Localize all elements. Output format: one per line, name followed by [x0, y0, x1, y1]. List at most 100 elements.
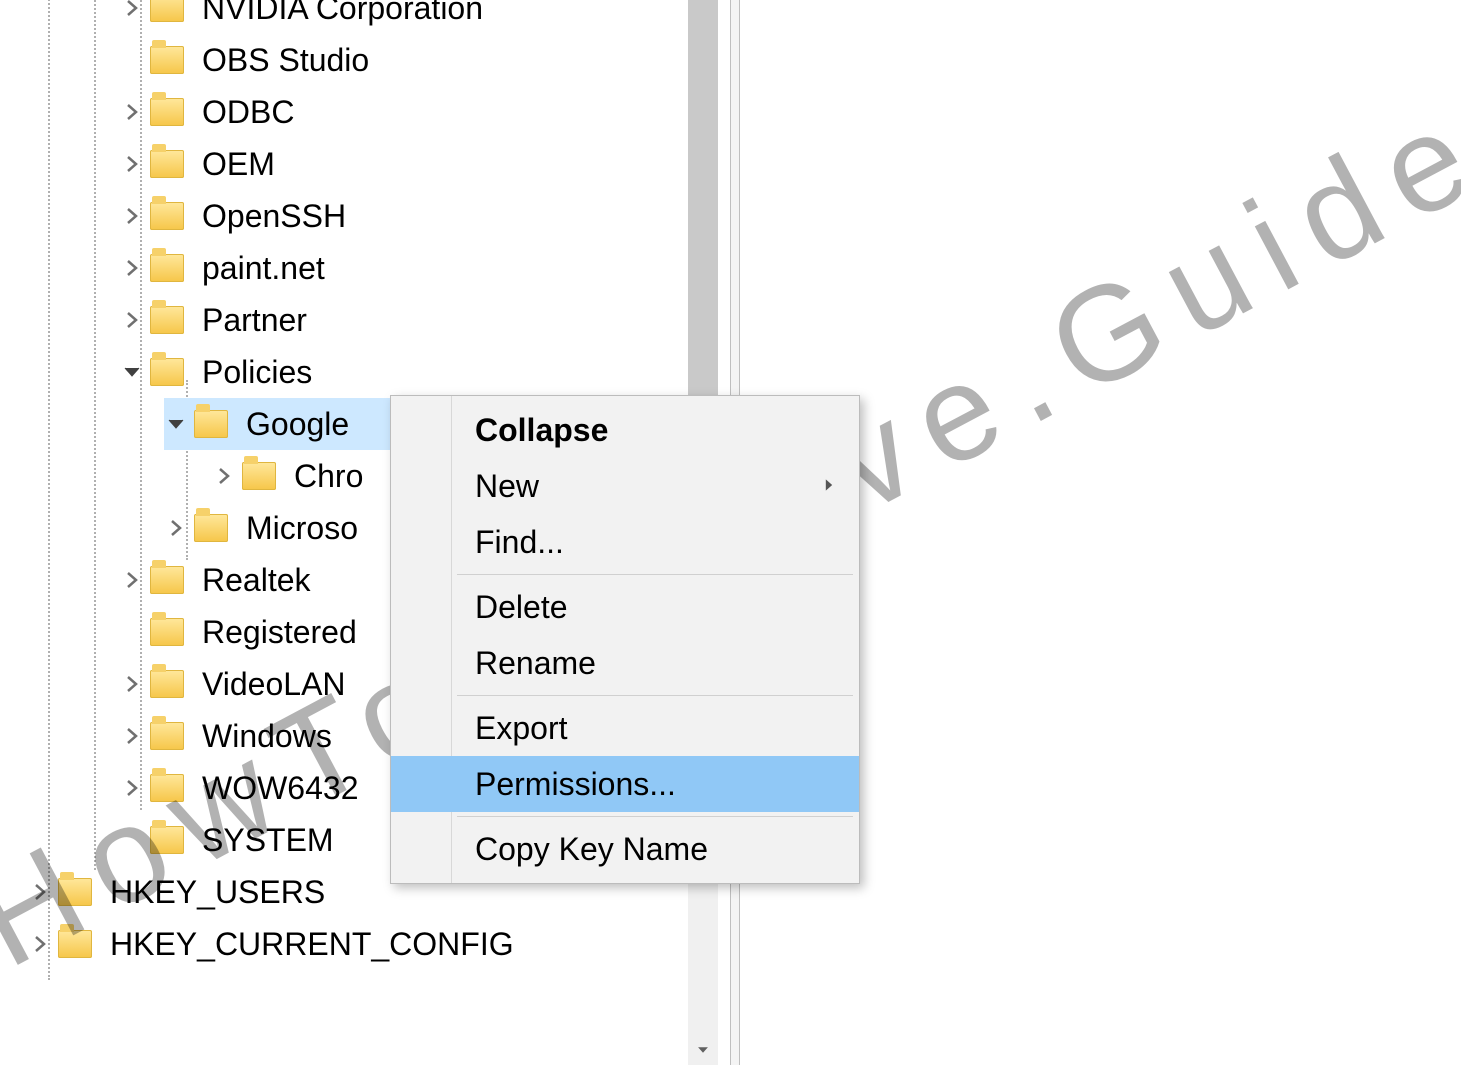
expander-placeholder — [120, 620, 144, 644]
tree-item-label: Partner — [198, 302, 307, 339]
tree-item-label: OEM — [198, 146, 275, 183]
folder-icon — [150, 618, 184, 646]
menu-separator — [457, 574, 853, 575]
chevron-right-icon[interactable] — [120, 568, 144, 592]
folder-icon — [150, 722, 184, 750]
tree-item-label: HKEY_USERS — [106, 874, 325, 911]
folder-icon — [242, 462, 276, 490]
menu-item-collapse[interactable]: Collapse — [391, 402, 859, 458]
folder-icon — [150, 774, 184, 802]
tree-item-label: Policies — [198, 354, 312, 391]
folder-icon — [194, 410, 228, 438]
tree-item-oem[interactable]: OEM — [120, 138, 275, 190]
menu-separator — [457, 816, 853, 817]
folder-icon — [58, 930, 92, 958]
folder-icon — [58, 878, 92, 906]
chevron-right-icon[interactable] — [120, 776, 144, 800]
chevron-right-icon[interactable] — [120, 308, 144, 332]
tree-item-label: paint.net — [198, 250, 325, 287]
folder-icon — [150, 0, 184, 22]
tree-item-chrome[interactable]: Chro — [212, 450, 363, 502]
tree-item-label: Windows — [198, 718, 332, 755]
menu-item-label: Rename — [475, 645, 596, 682]
scroll-down-button[interactable] — [688, 1035, 718, 1065]
tree-item-wow6432[interactable]: WOW6432 — [120, 762, 358, 814]
tree-item-registered[interactable]: Registered — [120, 606, 357, 658]
chevron-right-icon[interactable] — [28, 932, 52, 956]
menu-item-delete[interactable]: Delete — [391, 579, 859, 635]
chevron-right-icon[interactable] — [120, 152, 144, 176]
tree-item-hkey-users[interactable]: HKEY_USERS — [28, 866, 325, 918]
tree-item-label: VideoLAN — [198, 666, 346, 703]
tree-item-partner[interactable]: Partner — [120, 294, 307, 346]
menu-item-new[interactable]: New — [391, 458, 859, 514]
menu-item-label: Collapse — [475, 412, 608, 449]
folder-icon — [150, 98, 184, 126]
tree-item-label: Realtek — [198, 562, 311, 599]
tree-item-videolan[interactable]: VideoLAN — [120, 658, 346, 710]
menu-item-label: New — [475, 468, 539, 505]
tree-item-system[interactable]: SYSTEM — [120, 814, 334, 866]
tree-item-label: NVIDIA Corporation — [198, 0, 483, 27]
folder-icon — [150, 566, 184, 594]
tree-item-openssh[interactable]: OpenSSH — [120, 190, 346, 242]
chevron-right-icon — [821, 472, 837, 500]
menu-item-label: Delete — [475, 589, 568, 626]
folder-icon — [150, 202, 184, 230]
tree-item-nvidia[interactable]: NVIDIA Corporation — [120, 0, 483, 34]
folder-icon — [150, 358, 184, 386]
chevron-right-icon[interactable] — [120, 672, 144, 696]
tree-item-odbc[interactable]: ODBC — [120, 86, 294, 138]
tree-item-hkey-current-config[interactable]: HKEY_CURRENT_CONFIG — [28, 918, 514, 970]
menu-item-rename[interactable]: Rename — [391, 635, 859, 691]
tree-item-realtek[interactable]: Realtek — [120, 554, 311, 606]
chevron-right-icon[interactable] — [120, 0, 144, 20]
menu-item-label: Export — [475, 710, 567, 747]
chevron-down-icon[interactable] — [120, 360, 144, 384]
tree-item-label: HKEY_CURRENT_CONFIG — [106, 926, 514, 963]
folder-icon — [194, 514, 228, 542]
chevron-right-icon[interactable] — [120, 100, 144, 124]
folder-icon — [150, 826, 184, 854]
menu-item-export[interactable]: Export — [391, 700, 859, 756]
tree-item-paintnet[interactable]: paint.net — [120, 242, 325, 294]
scrollbar-thumb[interactable] — [688, 0, 718, 420]
tree-item-policies[interactable]: Policies — [120, 346, 312, 398]
expander-placeholder — [120, 828, 144, 852]
chevron-down-icon[interactable] — [164, 412, 188, 436]
tree-item-label: Registered — [198, 614, 357, 651]
context-menu: Collapse New Find... Delete Rename Expor… — [390, 395, 860, 884]
expander-placeholder — [120, 48, 144, 72]
folder-icon — [150, 306, 184, 334]
tree-item-label: SYSTEM — [198, 822, 334, 859]
folder-icon — [150, 254, 184, 282]
menu-item-permissions[interactable]: Permissions... — [391, 756, 859, 812]
chevron-right-icon[interactable] — [120, 204, 144, 228]
tree-item-microsoft[interactable]: Microso — [164, 502, 358, 554]
folder-icon — [150, 670, 184, 698]
tree-item-label: Google — [242, 406, 349, 443]
tree-item-label: ODBC — [198, 94, 294, 131]
chevron-right-icon[interactable] — [28, 880, 52, 904]
tree-item-label: Microso — [242, 510, 358, 547]
tree-guide-line — [94, 0, 96, 870]
chevron-right-icon[interactable] — [164, 516, 188, 540]
tree-item-windows[interactable]: Windows — [120, 710, 332, 762]
folder-icon — [150, 46, 184, 74]
chevron-right-icon[interactable] — [120, 256, 144, 280]
tree-item-label: Chro — [290, 458, 363, 495]
tree-guide-line — [48, 0, 50, 980]
tree-item-label: WOW6432 — [198, 770, 358, 807]
tree-item-label: OBS Studio — [198, 42, 369, 79]
menu-item-label: Find... — [475, 524, 564, 561]
menu-item-label: Copy Key Name — [475, 831, 708, 868]
tree-item-obs[interactable]: OBS Studio — [120, 34, 369, 86]
menu-item-find[interactable]: Find... — [391, 514, 859, 570]
tree-item-label: OpenSSH — [198, 198, 346, 235]
menu-item-copy-key-name[interactable]: Copy Key Name — [391, 821, 859, 877]
chevron-right-icon[interactable] — [212, 464, 236, 488]
folder-icon — [150, 150, 184, 178]
chevron-right-icon[interactable] — [120, 724, 144, 748]
menu-separator — [457, 695, 853, 696]
menu-item-label: Permissions... — [475, 766, 676, 803]
